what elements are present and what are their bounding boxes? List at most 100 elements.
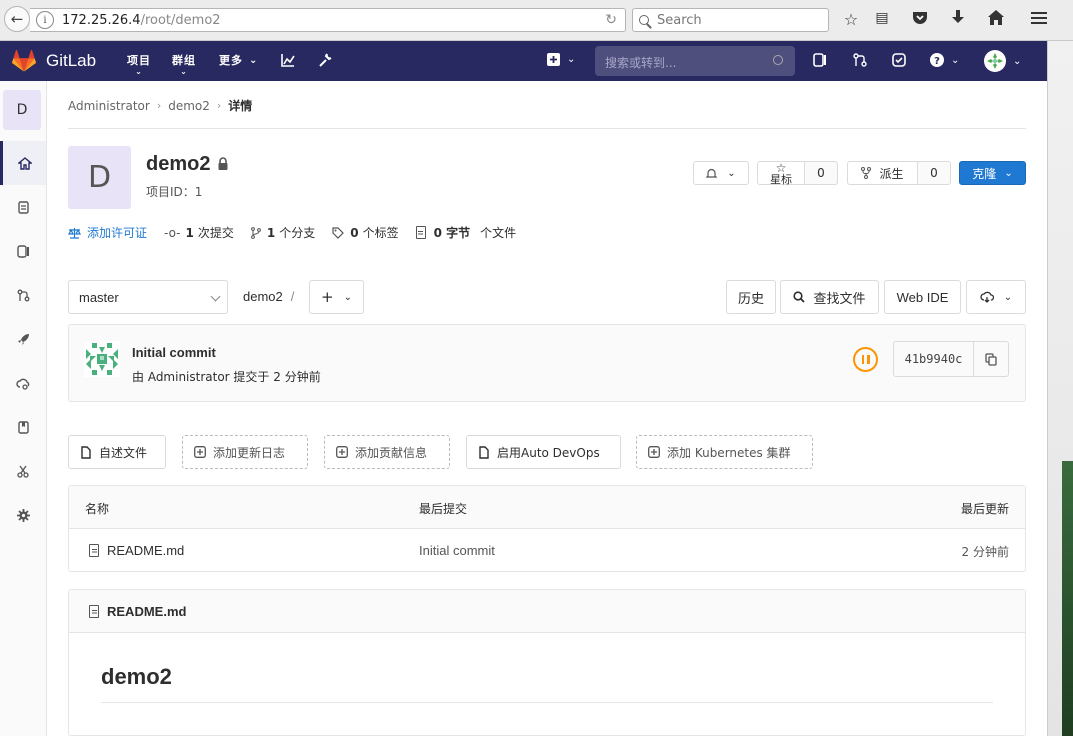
enable-autodevops-button[interactable]: 启用Auto DevOps — [466, 435, 621, 469]
readme-filename[interactable]: README.md — [107, 604, 186, 619]
table-header: 名称 最后提交 最后更新 — [69, 486, 1025, 529]
plus-square-icon — [547, 53, 560, 66]
fork-count[interactable]: 0 — [917, 161, 951, 185]
fork-label: 派生 — [879, 166, 904, 181]
activity-chart-icon[interactable] — [281, 53, 295, 71]
todos-nav-icon[interactable] — [892, 53, 906, 71]
repository-icon — [17, 200, 29, 214]
clone-dropdown[interactable]: 克隆 ⌄ — [959, 161, 1026, 185]
issues-nav-icon[interactable] — [813, 53, 827, 71]
reading-list-icon[interactable]: ▤ — [872, 10, 892, 26]
table-row[interactable]: README.md Initial commit 2 分钟前 — [69, 529, 1025, 571]
commit-author-avatar[interactable] — [84, 341, 120, 377]
svg-text:?: ? — [934, 56, 940, 67]
notification-dropdown[interactable]: ⌄ — [693, 161, 749, 185]
new-dropdown[interactable]: ⌄ — [547, 53, 575, 66]
branches-link[interactable]: 1 个分支 — [250, 224, 315, 241]
search-icon — [639, 15, 649, 25]
back-button[interactable]: ← — [4, 6, 30, 32]
sidebar-item-ci-cd[interactable] — [0, 317, 46, 361]
sidebar-item-repository[interactable] — [0, 185, 46, 229]
sidebar-item-project[interactable] — [0, 141, 46, 185]
site-info-icon[interactable]: i — [36, 11, 54, 29]
reload-icon[interactable]: ↻ — [605, 12, 617, 28]
column-last-commit: 最后提交 — [419, 502, 468, 516]
readme-header: README.md — [69, 590, 1025, 633]
nav-more-label: 更多 — [219, 54, 243, 67]
branch-dropdown[interactable]: master — [68, 280, 228, 314]
download-dropdown[interactable]: ⌄ — [966, 280, 1026, 314]
find-file-button[interactable]: 查找文件 — [780, 280, 879, 314]
copy-sha-button[interactable] — [973, 341, 1009, 377]
add-contributing-button[interactable]: 添加贡献信息 — [324, 435, 450, 469]
pocket-icon[interactable] — [910, 10, 930, 29]
issues-icon — [16, 244, 29, 258]
sidebar-item-issues[interactable] — [0, 229, 46, 273]
commits-link[interactable]: -o- 1 次提交 — [164, 224, 234, 241]
readme-button[interactable]: 自述文件 — [68, 435, 166, 469]
star-count[interactable]: 0 — [804, 161, 838, 185]
add-to-tree-dropdown[interactable]: + ⌄ — [309, 280, 364, 314]
nav-groups[interactable]: 群组 ⌄ — [172, 52, 196, 76]
storage-link[interactable]: 0 字节 个文件 — [415, 224, 516, 241]
browser-search-input[interactable]: Search — [632, 8, 829, 32]
tags-link[interactable]: 0 个标签 — [332, 224, 399, 241]
search-icon — [793, 291, 806, 303]
sidebar-item-settings[interactable] — [0, 493, 46, 537]
chevron-down-icon: ⌄ — [727, 167, 736, 179]
file-name: README.md — [107, 543, 185, 558]
sidebar-item-snippets[interactable] — [0, 449, 46, 493]
commits-label: 次提交 — [197, 226, 234, 240]
breadcrumb-project[interactable]: demo2 — [168, 99, 210, 113]
bookmark-star-icon[interactable]: ☆ — [841, 10, 861, 29]
sidebar-item-wiki[interactable] — [0, 405, 46, 449]
file-icon — [89, 604, 99, 618]
user-menu[interactable]: ⌄ — [984, 50, 1021, 72]
file-commit-message[interactable]: Initial commit — [419, 543, 495, 558]
home-page-icon[interactable] — [986, 10, 1006, 29]
book-icon — [17, 420, 29, 434]
star-button[interactable]: ☆ 星标 — [757, 161, 805, 185]
address-bar[interactable]: i 172.25.26.4/root/demo2 ↻ — [30, 8, 626, 32]
path-separator: / — [290, 289, 295, 304]
merge-requests-icon — [17, 289, 29, 301]
breadcrumb-owner[interactable]: Administrator — [68, 99, 150, 113]
repo-path: demo2 / — [243, 289, 294, 304]
branches-count: 1 — [266, 225, 276, 240]
gitlab-logo[interactable]: GitLab — [12, 50, 96, 72]
add-license-link[interactable]: 添加许可证 — [68, 224, 147, 241]
brand-name: GitLab — [46, 51, 97, 70]
fork-button[interactable]: 派生 — [847, 161, 918, 185]
sidebar-project-avatar[interactable]: D — [3, 90, 41, 130]
commit-title[interactable]: Initial commit — [132, 345, 216, 360]
breadcrumb-current[interactable]: 详情 — [228, 97, 252, 114]
browser-menu-icon[interactable] — [1029, 10, 1049, 29]
file-name-cell[interactable]: README.md — [89, 543, 184, 558]
global-search-input[interactable]: 搜索或转到... — [595, 46, 795, 76]
downloads-icon[interactable] — [948, 10, 968, 29]
commit-sha[interactable]: 41b9940c — [893, 341, 974, 377]
pipeline-status-icon[interactable] — [853, 347, 878, 372]
repo-path-root[interactable]: demo2 — [243, 289, 283, 304]
merge-requests-nav-icon[interactable] — [853, 53, 867, 71]
help-dropdown[interactable]: ? ⌄ — [930, 53, 959, 67]
sidebar-item-merge-requests[interactable] — [0, 273, 46, 317]
sidebar-item-operations[interactable] — [0, 361, 46, 405]
nav-projects[interactable]: 项目 ⌄ — [127, 52, 151, 76]
file-icon — [415, 226, 426, 239]
cloud-gear-icon — [16, 378, 30, 390]
scale-icon — [68, 227, 81, 239]
add-changelog-button[interactable]: 添加更新日志 — [182, 435, 308, 469]
scissors-icon — [17, 465, 29, 478]
copy-icon — [985, 352, 997, 366]
lock-icon — [218, 157, 228, 170]
breadcrumb: Administrator › demo2 › 详情 — [68, 97, 252, 114]
web-ide-button[interactable]: Web IDE — [884, 280, 961, 314]
history-button[interactable]: 历史 — [726, 280, 776, 314]
add-contributing-label: 添加贡献信息 — [355, 445, 428, 460]
add-kubernetes-button[interactable]: 添加 Kubernetes 集群 — [636, 435, 813, 469]
nav-more[interactable]: 更多 ⌄ — [219, 52, 258, 68]
plus-square-icon — [648, 446, 660, 459]
readme-panel: README.md demo2 — [68, 589, 1026, 736]
admin-wrench-icon[interactable] — [318, 53, 332, 71]
